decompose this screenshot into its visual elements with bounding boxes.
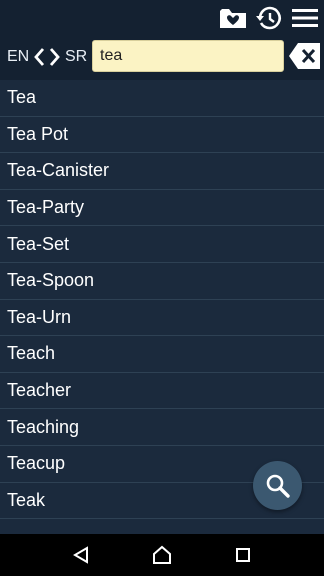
source-language-label[interactable]: EN [7, 48, 29, 66]
list-item[interactable]: Tea-Set [0, 226, 324, 263]
list-item [0, 519, 324, 534]
swap-arrows-icon [34, 48, 60, 66]
search-input[interactable]: tea [92, 40, 284, 72]
swap-languages-button[interactable] [33, 45, 61, 69]
list-item[interactable]: Tea-Canister [0, 153, 324, 190]
favorites-folder-icon [220, 9, 246, 28]
home-icon [152, 545, 171, 564]
list-item[interactable]: Tea-Spoon [0, 263, 324, 300]
backspace-clear-icon [289, 43, 320, 69]
menu-button[interactable] [290, 3, 320, 33]
list-item[interactable]: Tea-Party [0, 190, 324, 227]
list-item[interactable]: Tea-Urn [0, 300, 324, 337]
nav-recents-button[interactable] [223, 535, 263, 575]
history-button[interactable] [254, 3, 284, 33]
search-fab-button[interactable] [253, 461, 302, 510]
target-language-label[interactable]: SR [65, 48, 87, 66]
recents-icon [236, 548, 251, 562]
system-nav-bar [0, 534, 324, 576]
favorites-button[interactable] [218, 3, 248, 33]
list-item[interactable]: Teaching [0, 409, 324, 446]
top-toolbar [0, 0, 324, 36]
history-icon [256, 6, 281, 30]
list-item[interactable]: Teach [0, 336, 324, 373]
list-item[interactable]: Tea Pot [0, 117, 324, 154]
nav-home-button[interactable] [142, 535, 182, 575]
nav-back-button[interactable] [61, 535, 101, 575]
clear-search-button[interactable] [288, 42, 322, 70]
top-actions [218, 0, 324, 36]
list-item[interactable]: Teacher [0, 373, 324, 410]
search-icon [266, 474, 290, 498]
back-icon [72, 546, 88, 564]
menu-icon [292, 9, 318, 27]
list-item[interactable]: Tea [0, 80, 324, 117]
